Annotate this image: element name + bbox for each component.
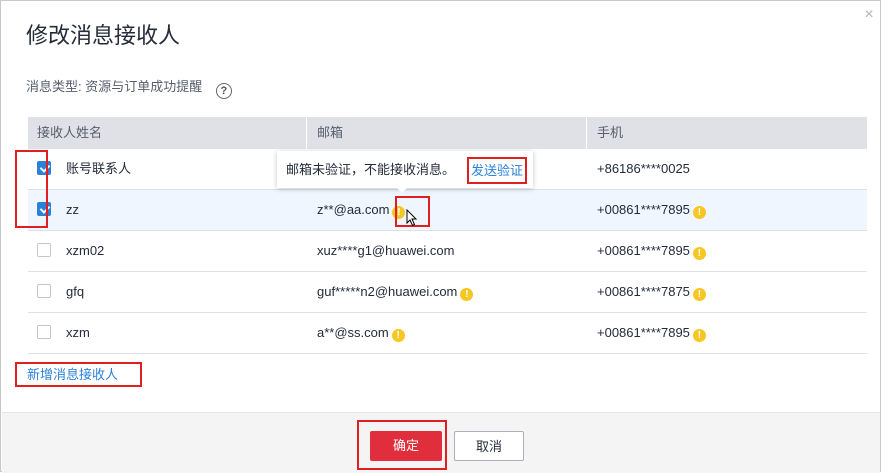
recipient-name: zz bbox=[66, 202, 79, 217]
table-header: 接收人姓名 邮箱 手机 bbox=[28, 117, 867, 149]
mouse-cursor-icon bbox=[406, 209, 418, 227]
recipient-email-cell: xuz****g1@huawei.com bbox=[317, 231, 455, 271]
header-phone: 手机 bbox=[597, 125, 624, 140]
header-divider bbox=[586, 117, 587, 149]
tooltip-message: 邮箱未验证，不能接收消息。 bbox=[286, 162, 456, 177]
confirm-button[interactable]: 确定 bbox=[370, 431, 442, 461]
recipient-email-cell: a**@ss.com! bbox=[317, 313, 405, 353]
recipient-phone: +00861****7895 bbox=[597, 202, 690, 217]
recipient-dialog: × 修改消息接收人 消息类型: 资源与订单成功提醒 ? 接收人姓名 邮箱 手机 … bbox=[0, 0, 881, 473]
warning-icon[interactable]: ! bbox=[692, 247, 706, 260]
warning-icon[interactable]: ! bbox=[692, 329, 706, 342]
warning-icon[interactable]: ! bbox=[392, 206, 406, 219]
send-verification-link[interactable]: 发送验证 bbox=[467, 157, 528, 184]
warning-icon[interactable]: ! bbox=[391, 329, 405, 342]
recipient-phone-cell: +00861****7895! bbox=[597, 190, 706, 230]
table-row[interactable]: xzm02 xuz****g1@huawei.com +00861****7895! bbox=[28, 231, 867, 272]
recipient-name: 账号联系人 bbox=[66, 161, 132, 176]
recipient-phone-cell: +86186****0025 bbox=[597, 149, 690, 189]
recipient-phone: +86186****0025 bbox=[597, 161, 690, 176]
recipient-email: xuz****g1@huawei.com bbox=[317, 243, 455, 258]
table-row[interactable]: xzm a**@ss.com! +00861****7895! bbox=[28, 313, 867, 354]
header-email: 邮箱 bbox=[317, 125, 344, 140]
row-checkbox[interactable] bbox=[37, 284, 51, 298]
recipient-phone-cell: +00861****7895! bbox=[597, 231, 706, 271]
table-row[interactable]: gfq guf*****n2@huawei.com! +00861****7875! bbox=[28, 272, 867, 313]
row-checkbox[interactable] bbox=[37, 243, 51, 257]
recipient-name: gfq bbox=[66, 284, 85, 299]
message-type-row: 消息类型: 资源与订单成功提醒 ? bbox=[26, 77, 232, 99]
add-recipient-link[interactable]: 新增消息接收人 bbox=[15, 362, 142, 387]
recipient-phone-cell: +00861****7875! bbox=[597, 272, 706, 312]
recipient-phone: +00861****7895 bbox=[597, 243, 690, 258]
close-icon[interactable]: × bbox=[861, 7, 877, 23]
help-circle-icon[interactable]: ? bbox=[215, 83, 232, 99]
email-unverified-tooltip: 邮箱未验证，不能接收消息。 发送验证 bbox=[277, 151, 533, 193]
recipient-phone: +00861****7895 bbox=[597, 325, 690, 340]
recipient-email: z**@aa.com bbox=[317, 202, 390, 217]
header-divider bbox=[306, 117, 307, 149]
recipient-email-cell: guf*****n2@huawei.com! bbox=[317, 272, 474, 312]
recipient-name: xzm bbox=[66, 325, 90, 340]
table-row[interactable]: zz z**@aa.com! +00861****7895! bbox=[28, 190, 867, 231]
warning-icon[interactable]: ! bbox=[692, 206, 706, 219]
recipient-name: xzm02 bbox=[66, 243, 105, 258]
row-checkbox[interactable] bbox=[37, 325, 51, 339]
message-type-label: 消息类型: 资源与订单成功提醒 bbox=[26, 79, 203, 94]
recipient-email: a**@ss.com bbox=[317, 325, 389, 340]
recipient-email: guf*****n2@huawei.com bbox=[317, 284, 458, 299]
recipient-phone: +00861****7875 bbox=[597, 284, 690, 299]
warning-icon[interactable]: ! bbox=[460, 288, 474, 301]
cancel-button[interactable]: 取消 bbox=[454, 431, 524, 461]
header-name: 接收人姓名 bbox=[37, 125, 103, 140]
dialog-title: 修改消息接收人 bbox=[26, 23, 181, 48]
tooltip-arrow bbox=[396, 187, 408, 193]
warning-icon[interactable]: ! bbox=[692, 288, 706, 301]
recipient-phone-cell: +00861****7895! bbox=[597, 313, 706, 353]
row-checkbox[interactable] bbox=[37, 161, 51, 175]
recipient-email-cell: z**@aa.com! bbox=[317, 190, 406, 230]
row-checkbox[interactable] bbox=[37, 202, 51, 216]
